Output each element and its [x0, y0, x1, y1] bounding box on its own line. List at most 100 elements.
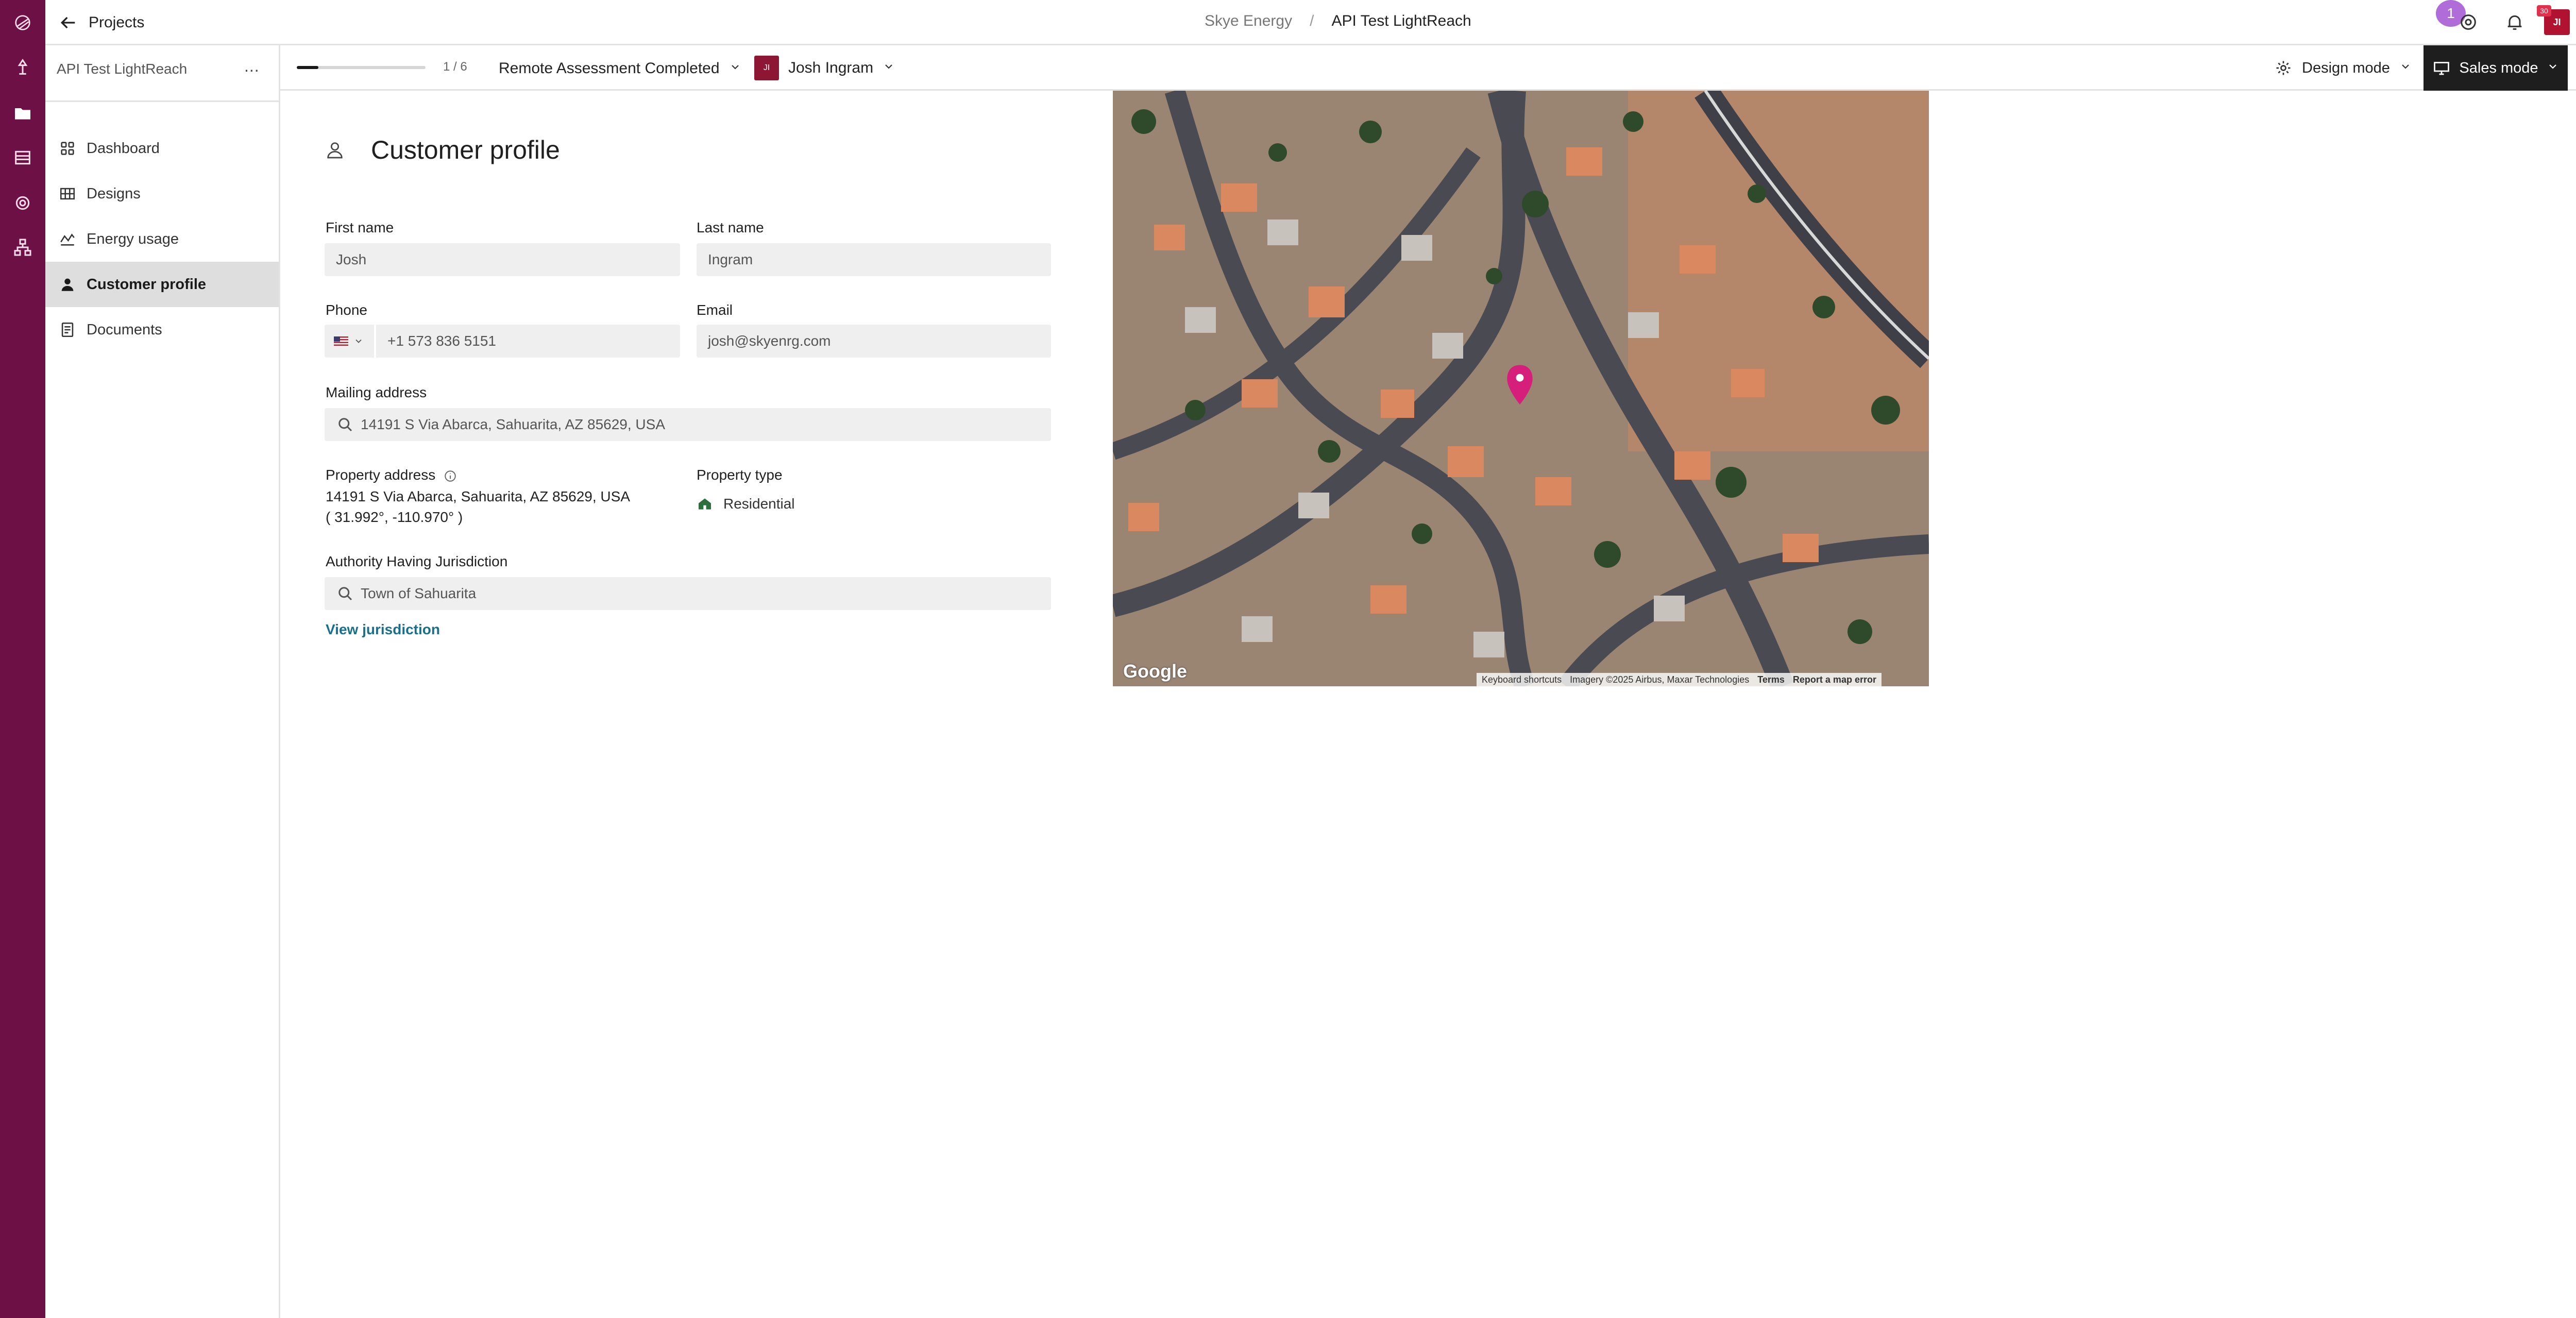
last-name-input[interactable]: Ingram	[697, 243, 1051, 276]
app-logo-icon[interactable]	[10, 10, 35, 35]
property-address-label: Property address	[326, 467, 457, 483]
sidebar-item-energy-usage[interactable]: Energy usage	[45, 216, 279, 262]
mailing-address-label: Mailing address	[326, 384, 427, 400]
owner-name: Josh Ingram	[788, 59, 874, 76]
email-label: Email	[697, 302, 733, 318]
design-gear-icon	[2276, 61, 2291, 75]
project-toolbar: 1 / 6 Remote Assessment Completed JI Jos…	[280, 45, 2576, 91]
us-flag-icon	[334, 336, 348, 346]
imagery-credit: Imagery ©2025 Airbus, Maxar Technologies	[1570, 674, 1750, 685]
design-mode-button[interactable]: Design mode	[2274, 55, 2412, 81]
terms-link[interactable]: Terms	[1757, 674, 1785, 685]
property-type-value: Residential	[723, 496, 795, 512]
chevron-down-icon	[355, 339, 362, 343]
project-status-value: Remote Assessment Completed	[499, 60, 720, 77]
rail-org-chart-icon[interactable]	[10, 235, 35, 260]
property-coordinates: ( 31.992°, -110.970° )	[326, 509, 463, 525]
top-header: Projects Skye Energy / API Test LightRea…	[45, 0, 2576, 45]
email-input[interactable]: josh@skyenrg.com	[697, 325, 1051, 358]
designs-icon	[60, 188, 75, 200]
back-label: Projects	[89, 14, 145, 31]
breadcrumb: Skye Energy / API Test LightReach	[1205, 12, 1471, 30]
breadcrumb-project: API Test LightReach	[1331, 12, 1471, 29]
person-outline-icon	[327, 142, 343, 159]
chevron-down-icon	[2402, 64, 2409, 69]
last-name-value: Ingram	[708, 251, 753, 267]
first-name-value: Josh	[336, 251, 367, 267]
page-title: Customer profile	[371, 136, 560, 164]
house-icon	[699, 498, 711, 510]
google-logo: Google	[1123, 661, 1187, 682]
page-header: Customer profile	[325, 135, 560, 165]
phone-label: Phone	[326, 302, 367, 318]
ahj-label: Authority Having Jurisdiction	[326, 553, 508, 569]
sidebar-item-dashboard[interactable]: Dashboard	[45, 126, 279, 171]
chevron-down-icon	[885, 64, 892, 69]
energy-icon	[60, 233, 75, 246]
person-icon	[61, 278, 74, 291]
ahj-value: Town of Sahuarita	[361, 585, 477, 601]
project-status-dropdown[interactable]: Remote Assessment Completed	[499, 56, 741, 81]
location-pin-icon[interactable]	[1504, 364, 1535, 407]
mailing-address-input[interactable]: 14191 S Via Abarca, Sahuarita, AZ 85629,…	[325, 408, 1051, 441]
app-rail	[0, 0, 45, 1318]
sidebar-item-label: Designs	[87, 185, 141, 202]
sales-mode-label: Sales mode	[2459, 59, 2538, 76]
sidebar-project-title: API Test LightReach	[57, 61, 188, 77]
dashboard-icon	[61, 142, 74, 155]
sidebar-item-label: Energy usage	[87, 230, 179, 247]
email-value: josh@skyenrg.com	[708, 333, 831, 349]
property-type-label: Property type	[697, 467, 783, 483]
top-right-actions: 1 JI 30	[2395, 0, 2576, 45]
owner-avatar: JI	[754, 56, 779, 80]
project-owner-dropdown[interactable]: JI Josh Ingram	[754, 55, 895, 81]
chevron-down-icon	[2549, 64, 2556, 69]
last-name-label: Last name	[697, 219, 764, 235]
sidebar-item-customer-profile[interactable]: Customer profile	[45, 262, 279, 307]
back-to-projects-link[interactable]: Projects	[58, 9, 144, 36]
chevron-down-icon	[731, 65, 739, 70]
sidebar-item-label: Documents	[87, 321, 162, 338]
stage-progress-fill	[297, 66, 318, 69]
search-icon	[338, 418, 352, 432]
map-attribution: Keyboard shortcuts Imagery ©2025 Airbus,…	[1477, 673, 1882, 686]
stage-progress-label: 1 / 6	[443, 60, 467, 74]
bell-icon[interactable]	[2503, 10, 2527, 34]
phone-value: +1 573 836 5151	[387, 333, 496, 349]
sidebar-item-documents[interactable]: Documents	[45, 307, 279, 352]
info-icon[interactable]	[444, 469, 457, 483]
report-map-error-link[interactable]: Report a map error	[1793, 674, 1876, 685]
breadcrumb-separator: /	[1310, 12, 1314, 29]
country-code-select[interactable]	[325, 325, 374, 358]
first-name-input[interactable]: Josh	[325, 243, 680, 276]
sales-mode-button[interactable]: Sales mode	[2424, 45, 2568, 91]
property-address-value: 14191 S Via Abarca, Sahuarita, AZ 85629,…	[326, 488, 630, 504]
breadcrumb-org[interactable]: Skye Energy	[1205, 12, 1292, 30]
avatar-badge: 30	[2537, 5, 2551, 16]
rail-settings-icon[interactable]	[10, 191, 35, 215]
project-sidebar: API Test LightReach ... Dashboard Design…	[45, 45, 280, 1318]
rail-tools-icon[interactable]	[10, 55, 35, 79]
ahj-input[interactable]: Town of Sahuarita	[325, 577, 1051, 610]
stage-progress-bar	[297, 66, 426, 69]
sidebar-item-designs[interactable]: Designs	[45, 171, 279, 216]
first-name-label: First name	[326, 219, 394, 235]
more-options-button[interactable]: ...	[244, 57, 260, 76]
support-icon[interactable]	[2456, 10, 2480, 34]
keyboard-shortcuts-link[interactable]: Keyboard shortcuts	[1482, 674, 1562, 685]
phone-input[interactable]: +1 573 836 5151	[376, 325, 680, 358]
view-jurisdiction-link[interactable]: View jurisdiction	[326, 621, 440, 638]
mailing-address-value: 14191 S Via Abarca, Sahuarita, AZ 85629,…	[361, 416, 665, 432]
sidebar-header: API Test LightReach ...	[45, 45, 279, 102]
sidebar-item-label: Dashboard	[87, 140, 160, 157]
design-mode-label: Design mode	[2302, 59, 2390, 76]
arrow-left-icon	[60, 16, 75, 29]
sidebar-item-label: Customer profile	[87, 276, 207, 293]
property-address-label-text: Property address	[326, 467, 436, 483]
document-icon	[61, 322, 74, 337]
rail-folder-icon[interactable]	[10, 101, 35, 126]
property-type: Residential	[697, 496, 795, 512]
monitor-icon	[2434, 62, 2450, 75]
search-icon	[338, 587, 352, 601]
rail-list-icon[interactable]	[10, 145, 35, 170]
